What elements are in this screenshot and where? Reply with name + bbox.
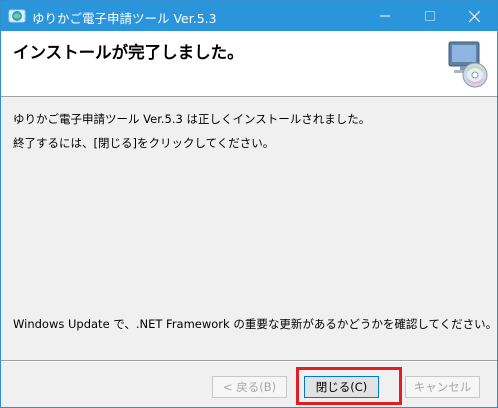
header-banner: インストールが完了しました。	[1, 31, 497, 97]
footer-divider	[1, 360, 497, 362]
app-globe-icon	[8, 7, 26, 25]
back-button: < 戻る(B)	[212, 376, 287, 398]
close-window-button[interactable]	[452, 1, 497, 31]
close-button-highlight	[296, 367, 402, 405]
maximize-icon	[424, 11, 435, 21]
cancel-button: キャンセル	[405, 376, 480, 398]
installer-window: ゆりかご電子申請ツール Ver.5.3 インストールが完了しました。 ゆりかご電…	[0, 0, 498, 408]
computer-cd-icon	[443, 39, 493, 89]
window-title: ゆりかご電子申請ツール Ver.5.3	[32, 11, 217, 26]
close-instruction-message: 終了するには、[閉じる]をクリックしてください。	[13, 136, 275, 150]
maximize-button	[407, 1, 452, 31]
close-icon	[469, 10, 480, 22]
page-title: インストールが完了しました。	[13, 43, 244, 62]
minimize-button[interactable]	[362, 1, 407, 31]
minimize-icon	[379, 15, 390, 17]
install-success-message: ゆりかご電子申請ツール Ver.5.3 は正しくインストールされました。	[13, 112, 371, 126]
title-bar[interactable]: ゆりかご電子申請ツール Ver.5.3	[1, 1, 497, 31]
windows-update-message: Windows Update で、.NET Framework の重要な更新があ…	[13, 317, 498, 331]
